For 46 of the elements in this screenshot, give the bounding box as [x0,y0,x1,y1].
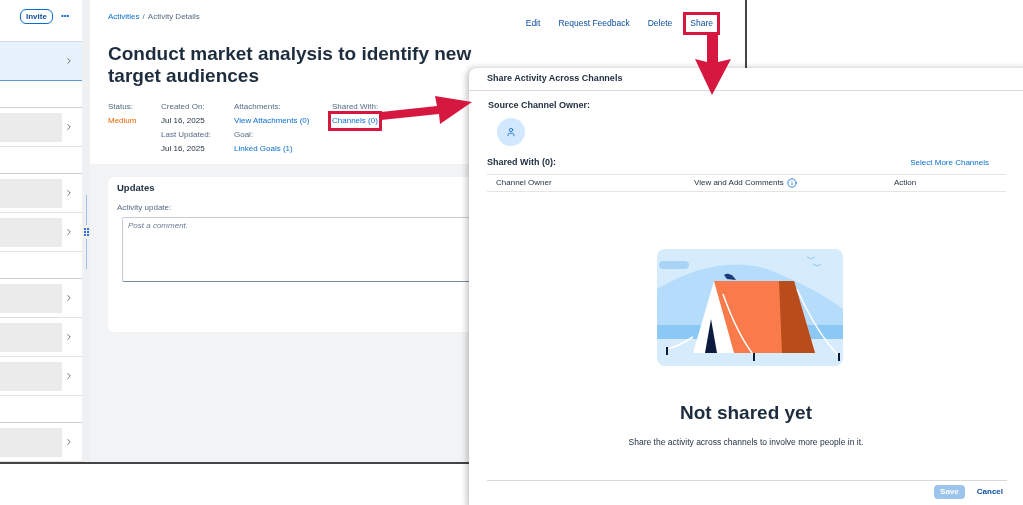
empty-state-title: Not shared yet [679,401,813,425]
chevron-icon [64,293,74,303]
toolbar-action[interactable]: Edit [518,12,548,35]
field-label: Goal: [234,128,255,141]
empty-state-text: Share the activity across channels to involve more people in it. [627,435,865,449]
field-value: Jul 16, 2025 [161,114,205,127]
chevron-icon [64,56,74,66]
field-link[interactable]: Linked Goals (1) [234,141,293,156]
chevron-icon [64,188,74,198]
column-header: View and Add Comments [694,177,784,189]
field-label: Shared With: [332,100,380,113]
field-label: Status: [108,100,134,113]
chevron-icon [64,437,74,447]
avatar-icon [497,117,525,146]
invite-button[interactable]: Invite [20,9,53,24]
column-header: Action [894,177,917,189]
shared-with-label: Shared With (0): [487,155,556,169]
toolbar-action[interactable]: Request Feedback [551,12,637,35]
info-icon[interactable] [786,178,797,188]
field-link[interactable]: View Attachments (0) [234,113,310,128]
more-button[interactable]: ••• [60,9,70,23]
toolbar-action[interactable]: Share [683,12,720,35]
field-link[interactable]: Channels (0) [328,110,382,131]
toolbar-action[interactable]: Delete [640,12,680,35]
field-value: Jul 16, 2025 [161,142,205,155]
breadcrumb-link[interactable]: Activities [108,11,140,22]
arrow [695,32,731,95]
cancel-button[interactable]: Cancel [972,485,1007,500]
select-channels-link[interactable]: Select More Channels [910,157,989,169]
breadcrumb-current: Activity Details [147,11,200,22]
breadcrumb-separator: / [142,11,145,22]
activity-update-label: Activity update: [117,202,172,214]
activity-title: Conduct market analysis to identify new target audiences [108,42,473,87]
field-label: Attachments: [234,100,282,113]
updates-heading: Updates [117,181,155,195]
source-owner-label: Source Channel Owner: [487,99,592,112]
splitter-handle-icon[interactable] [83,228,89,236]
chevron-icon [64,371,74,381]
field-label: Created On: [161,100,206,113]
column-header: Channel Owner [496,177,552,189]
chevron-icon [64,122,74,132]
list-item[interactable] [0,42,82,81]
chevron-icon [64,332,74,342]
field-label: Last Updated: [161,128,212,141]
field-value: Medium [108,114,137,127]
chevron-icon [64,227,74,237]
